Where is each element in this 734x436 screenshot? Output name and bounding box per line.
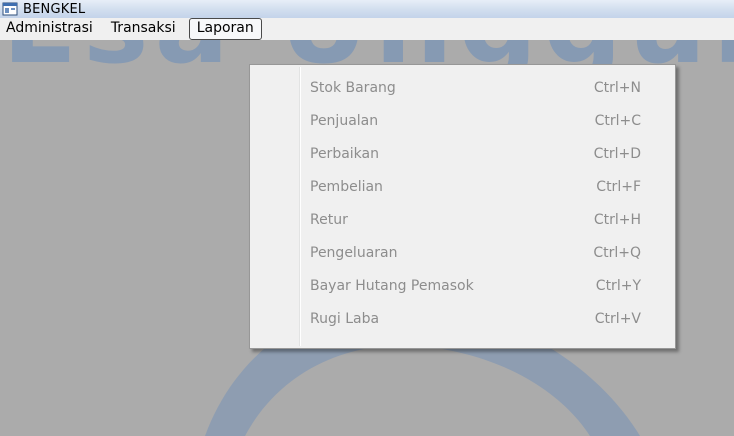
menu-item-bayar-hutang-pemasok[interactable]: Bayar Hutang Pemasok Ctrl+Y [252, 271, 671, 301]
menu-bar: Administrasi Transaksi Laporan [0, 18, 734, 40]
menu-item-label: Rugi Laba [310, 311, 380, 327]
menu-item-label: Retur [310, 212, 348, 228]
menu-item-pengeluaran[interactable]: Pengeluaran Ctrl+Q [252, 238, 671, 268]
menu-item-label: Stok Barang [310, 80, 396, 96]
window-title: BENGKEL [23, 1, 86, 17]
menu-item-shortcut: Ctrl+Q [593, 245, 641, 261]
menu-item-label: Pembelian [310, 179, 383, 195]
title-bar[interactable]: BENGKEL [0, 0, 734, 18]
menu-item-label: Penjualan [310, 113, 379, 129]
menu-item-rugi-laba[interactable]: Rugi Laba Ctrl+V [252, 304, 671, 334]
menu-item-shortcut: Ctrl+H [593, 212, 641, 228]
menu-item-penjualan[interactable]: Penjualan Ctrl+C [252, 106, 671, 136]
menu-item-shortcut: Ctrl+C [594, 113, 641, 129]
menu-item-shortcut: Ctrl+Y [595, 278, 641, 294]
menu-item-perbaikan[interactable]: Perbaikan Ctrl+D [252, 139, 671, 169]
menu-item-label: Bayar Hutang Pemasok [310, 278, 474, 294]
menu-item-shortcut: Ctrl+D [593, 146, 641, 162]
menu-item-stok-barang[interactable]: Stok Barang Ctrl+N [252, 73, 671, 103]
menu-item-label: Pengeluaran [310, 245, 398, 261]
app-window-icon[interactable] [0, 0, 20, 18]
menu-item-shortcut: Ctrl+N [593, 80, 641, 96]
menu-laporan[interactable]: Laporan [188, 18, 262, 40]
menu-item-shortcut: Ctrl+F [596, 179, 641, 195]
laporan-dropdown-menu: Stok Barang Ctrl+N Penjualan Ctrl+C Perb… [249, 64, 676, 349]
menu-item-label: Perbaikan [310, 146, 379, 162]
application-window: BENGKEL Administrasi Transaksi Laporan E… [0, 0, 734, 436]
menu-item-pembelian[interactable]: Pembelian Ctrl+F [252, 172, 671, 202]
menu-item-retur[interactable]: Retur Ctrl+H [252, 205, 671, 235]
menu-transaksi[interactable]: Transaksi [102, 18, 185, 40]
menu-administrasi[interactable]: Administrasi [0, 18, 102, 40]
menu-item-shortcut: Ctrl+V [594, 311, 641, 327]
